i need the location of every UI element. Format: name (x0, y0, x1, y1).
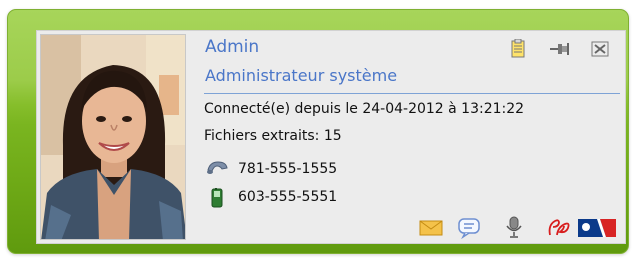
profile-photo (40, 34, 186, 240)
extracted-files-count: Fichiers extraits: 15 (204, 128, 342, 144)
mobile-phone-icon (210, 188, 224, 208)
email-icon[interactable] (418, 215, 444, 239)
user-role: Administrateur système (205, 66, 398, 85)
pin-icon[interactable] (549, 39, 571, 59)
connection-status: Connecté(e) depuis le 24-04-2012 à 13:21… (204, 101, 525, 117)
phone-icon (206, 160, 228, 178)
chat-icon[interactable] (456, 215, 482, 239)
notes-icon[interactable] (507, 39, 529, 59)
user-name[interactable]: Admin (205, 37, 259, 57)
ds-logo-icon[interactable] (546, 215, 572, 239)
microphone-icon[interactable] (501, 215, 527, 239)
flag-icon[interactable] (576, 215, 620, 239)
header-divider (204, 93, 620, 94)
mobile-number[interactable]: 603-555-5551 (238, 189, 337, 205)
close-icon[interactable] (590, 39, 612, 59)
phone-number[interactable]: 781-555-1555 (238, 161, 337, 177)
